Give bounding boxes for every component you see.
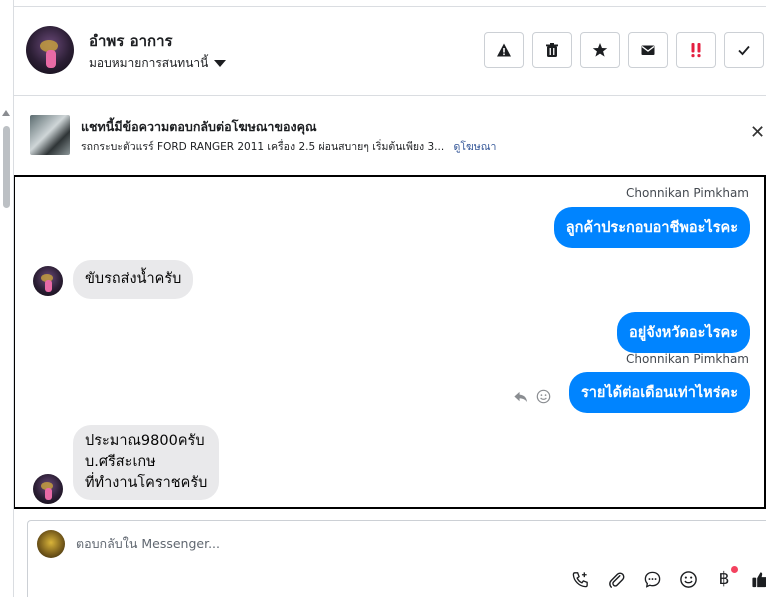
check-icon — [738, 45, 750, 56]
outgoing-message[interactable]: รายได้ต่อเดือนเท่าไหร่คะ — [568, 372, 750, 413]
contact-avatar-small — [33, 474, 63, 504]
star-icon — [592, 43, 608, 57]
paperclip-icon — [608, 571, 624, 588]
message-line: บ.ศรีสะเกษ — [85, 454, 156, 470]
react-smiley-icon[interactable] — [536, 389, 551, 404]
warning-icon — [497, 43, 511, 57]
trash-icon — [546, 43, 558, 57]
call-button[interactable] — [570, 569, 590, 589]
outgoing-message[interactable]: อยู่จังหวัดอะไรคะ — [617, 312, 750, 353]
like-button[interactable] — [750, 569, 766, 589]
scrollbar-thumb[interactable] — [3, 126, 10, 208]
notification-dot — [731, 566, 738, 573]
assign-label: มอบหมายการสนทนานี้ — [89, 56, 209, 70]
contact-name[interactable]: อำพร อาการ — [89, 29, 173, 53]
message-thread[interactable]: Chonnikan Pimkham ลูกค้าประกอบอาชีพอะไรค… — [14, 175, 766, 509]
scroll-up-arrow-icon[interactable] — [2, 110, 10, 116]
attach-button[interactable] — [606, 569, 626, 589]
reply-icon[interactable] — [513, 389, 528, 404]
assign-conversation-dropdown[interactable]: มอบหมายการสนทนานี้ — [89, 54, 227, 73]
caret-down-icon — [214, 60, 227, 67]
ad-reply-banner: แชทนี้มีข้อความตอบกลับต่อโฆษณาของคุณ รถก… — [14, 96, 766, 176]
ad-banner-description: รถกระบะตัวแรร์ FORD RANGER 2011 เครื่อง … — [81, 138, 496, 155]
mark-done-button[interactable] — [724, 32, 764, 68]
star-button[interactable] — [580, 32, 620, 68]
ad-thumbnail[interactable] — [30, 115, 70, 155]
report-spam-button[interactable] — [484, 32, 524, 68]
divider — [14, 6, 766, 7]
incoming-message[interactable]: ขับรถส่งน้ำครับ — [73, 260, 194, 299]
smiley-icon — [679, 570, 697, 588]
reply-composer: ฿ — [27, 520, 766, 597]
saved-replies-button[interactable] — [642, 569, 662, 589]
emoji-button[interactable] — [678, 569, 698, 589]
message-line: ที่ทำงานโคราชครับ — [85, 475, 208, 491]
sender-name: Chonnikan Pimkham — [626, 186, 749, 200]
view-ad-link[interactable]: ดูโฆษณา — [454, 141, 497, 153]
message-actions — [513, 389, 551, 404]
sender-name: Chonnikan Pimkham — [626, 352, 749, 366]
double-exclamation-icon — [691, 43, 701, 58]
mark-unread-button[interactable] — [628, 32, 668, 68]
outgoing-message[interactable]: ลูกค้าประกอบอาชีพอะไรคะ — [553, 207, 750, 248]
ad-description-text: รถกระบะตัวแรร์ FORD RANGER 2011 เครื่อง … — [81, 141, 445, 153]
envelope-icon — [641, 45, 655, 55]
follow-up-button[interactable] — [676, 32, 716, 68]
payment-button[interactable]: ฿ — [714, 566, 738, 589]
thumbs-up-icon — [751, 571, 766, 587]
incoming-message[interactable]: ประมาณ9800ครับ บ.ศรีสะเกษ ที่ทำงานโคราชค… — [73, 425, 220, 500]
delete-button[interactable] — [532, 32, 572, 68]
reply-input[interactable] — [76, 536, 576, 551]
left-panel-edge — [0, 0, 14, 597]
phone-add-icon — [572, 571, 588, 587]
ad-banner-title: แชทนี้มีข้อความตอบกลับต่อโฆษณาของคุณ — [81, 119, 317, 134]
conversation-header: อำพร อาการ มอบหมายการสนทนานี้ — [14, 0, 766, 96]
header-actions — [484, 32, 764, 68]
contact-avatar[interactable] — [26, 26, 74, 74]
contact-avatar-small — [33, 266, 63, 296]
chat-bubble-icon — [644, 571, 660, 588]
close-icon[interactable]: ✕ — [750, 124, 765, 142]
baht-icon: ฿ — [718, 569, 730, 589]
composer-toolbar: ฿ — [570, 566, 766, 589]
page-avatar — [37, 530, 65, 558]
message-line: ประมาณ9800ครับ — [85, 433, 205, 449]
